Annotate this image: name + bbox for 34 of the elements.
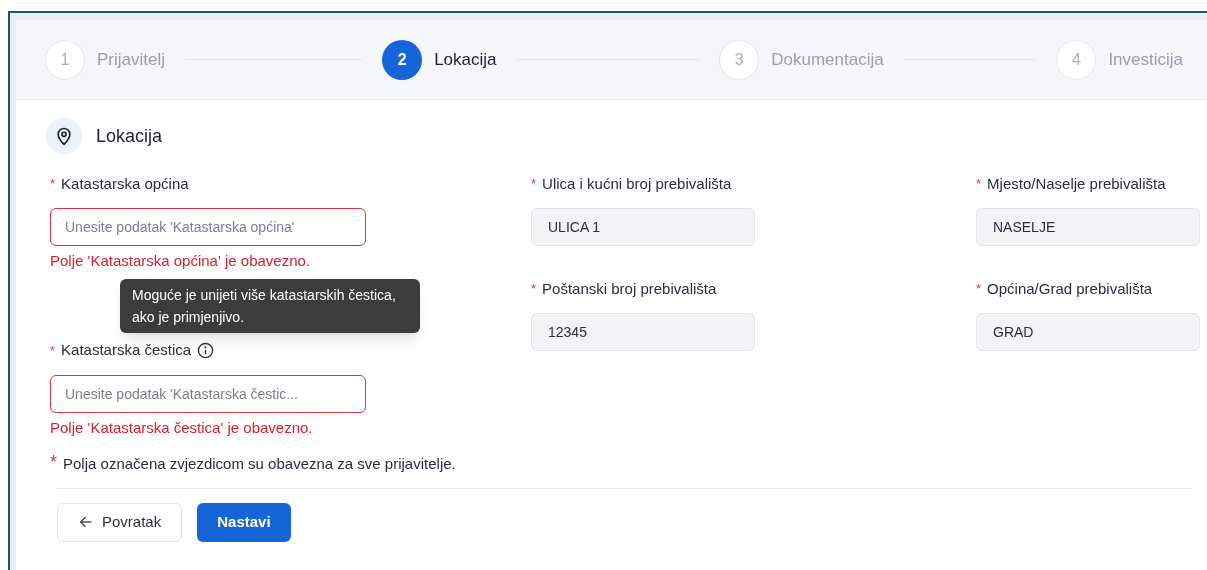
required-mark: *: [50, 175, 56, 194]
field-label: Ulica i kućni broj prebivališta: [542, 173, 732, 194]
error-message: Polje 'Katastarska čestica' je obavezno.: [50, 417, 314, 438]
required-note: Polja označena zvjezdicom su obavezna za sve prijavitelje.: [63, 454, 456, 474]
step-number: 1: [45, 39, 85, 80]
field-label: Mjesto/Naselje prebivališta: [987, 173, 1166, 194]
section-title: Lokacija: [96, 124, 163, 148]
step-number: 3: [719, 39, 760, 80]
location-pin-icon: [46, 118, 82, 154]
input-field[interactable]: NASELJE: [976, 208, 1200, 246]
required-mark: *: [50, 341, 56, 360]
arrow-left-icon: [78, 514, 94, 530]
info-icon[interactable]: [197, 342, 215, 359]
required-mark: *: [976, 280, 982, 299]
step-number: 4: [1056, 39, 1097, 80]
input-field[interactable]: Unesite podatak 'Katastarska čestic...: [50, 374, 366, 413]
required-mark: *: [50, 453, 57, 471]
error-message: Polje 'Katastarska općina' je obavezno.: [50, 251, 312, 271]
input-field[interactable]: 12345: [531, 313, 755, 351]
required-mark: *: [531, 280, 537, 299]
field-label: Poštanski broj prebivališta: [542, 278, 717, 299]
next-button[interactable]: Nastavi: [197, 502, 291, 542]
field-label: Općina/Grad prebivališta: [987, 278, 1153, 299]
tooltip: Moguće je unijeti više katastarskih čestica, ako je primjenjivo.: [120, 278, 420, 333]
input-field[interactable]: ULICA 1: [531, 208, 755, 246]
input-field[interactable]: GRAD: [976, 313, 1200, 351]
field-label: Katastarska čestica: [61, 340, 192, 361]
step-number: 2: [382, 39, 423, 80]
required-mark: *: [531, 175, 537, 194]
step-label[interactable]: Lokacija: [434, 46, 497, 73]
input-field[interactable]: Unesite podatak 'Katastarska općina': [50, 208, 366, 246]
field-label: Katastarska općina: [61, 173, 189, 194]
back-button[interactable]: Povratak: [57, 502, 183, 542]
required-mark: *: [976, 175, 982, 194]
